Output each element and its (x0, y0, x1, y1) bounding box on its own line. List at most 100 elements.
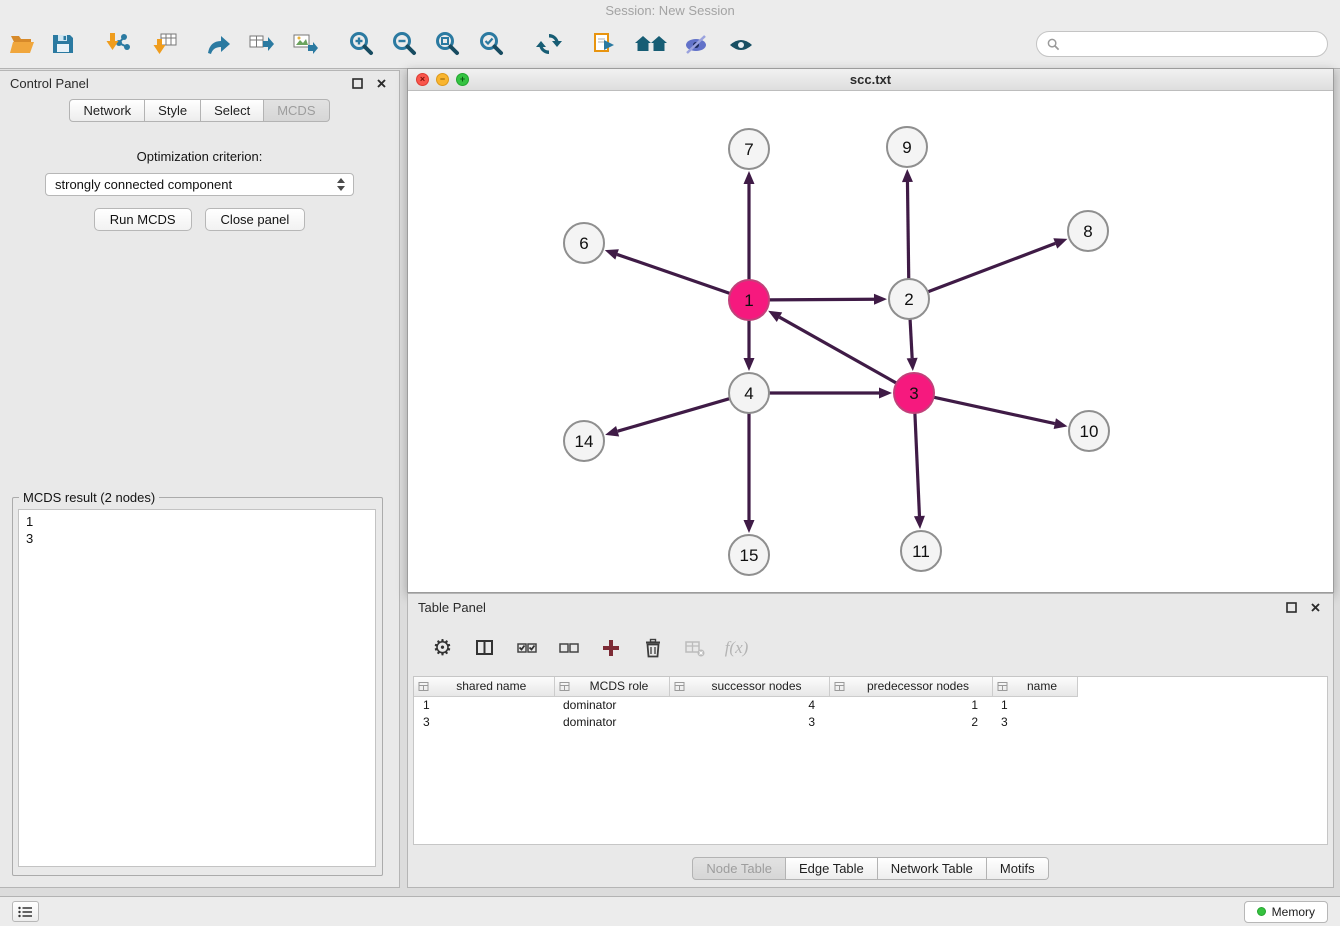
close-window-icon[interactable] (416, 73, 429, 86)
unselect-all-icon[interactable] (555, 635, 582, 662)
search-box[interactable] (1036, 31, 1328, 57)
export-image-icon[interactable] (288, 27, 322, 61)
tab-node-table[interactable]: Node Table (692, 857, 786, 880)
tab-edge-table[interactable]: Edge Table (786, 857, 878, 880)
graph-edge-2-9[interactable] (907, 182, 908, 279)
table-header-row: shared nameMCDS role successor nodes prede… (414, 677, 1077, 696)
graph-edge-1-6[interactable] (617, 254, 730, 293)
close-panel-icon[interactable] (374, 77, 389, 90)
table-row[interactable]: 3dominator323 (414, 713, 1077, 730)
optimization-criterion-select[interactable]: strongly connected component (45, 173, 354, 196)
tab-mcds[interactable]: MCDS (264, 99, 329, 122)
paint-style-eye-icon[interactable] (679, 27, 713, 61)
float-table-panel-icon[interactable] (1284, 601, 1299, 614)
control-panel-tabs: NetworkStyleSelectMCDS (0, 99, 399, 122)
import-network-icon[interactable] (101, 27, 135, 61)
column-header-predecessor-nodes[interactable]: predecessor nodes (829, 677, 992, 696)
column-header-icon (559, 681, 570, 692)
tab-select[interactable]: Select (201, 99, 264, 122)
graph-edge-3-10[interactable] (934, 397, 1055, 423)
settings-gear-icon[interactable]: ⚙ (429, 635, 456, 662)
window-title: Session: New Session (605, 3, 734, 18)
column-header-label: predecessor nodes (849, 679, 988, 693)
column-header-shared-name[interactable]: shared name (414, 677, 554, 696)
network-window-titlebar[interactable]: scc.txt (408, 69, 1333, 91)
close-table-panel-icon[interactable] (1308, 601, 1323, 614)
column-header-label: successor nodes (689, 679, 825, 693)
table-body: 1dominator4113dominator323 (414, 696, 1077, 730)
delete-row-icon[interactable] (639, 635, 666, 662)
graph-edge-3-1[interactable] (779, 317, 896, 383)
show-details-eye-icon[interactable] (724, 27, 758, 61)
zoom-in-icon[interactable] (345, 27, 379, 61)
save-session-icon[interactable] (46, 27, 80, 61)
search-input[interactable] (1066, 37, 1317, 52)
graph-edge-arrowhead (605, 426, 619, 437)
minimize-window-icon[interactable] (436, 73, 449, 86)
maximize-window-icon[interactable] (456, 73, 469, 86)
show-columns-icon[interactable] (471, 635, 498, 662)
add-row-icon[interactable] (597, 635, 624, 662)
zoom-selected-icon[interactable] (475, 27, 509, 61)
table-cell: 3 (992, 713, 1077, 730)
selected-option-label: strongly connected component (55, 177, 335, 192)
export-table-icon[interactable] (244, 27, 278, 61)
graph-edge-2-3[interactable] (910, 319, 912, 358)
table-row[interactable]: 1dominator411 (414, 696, 1077, 713)
column-header-MCDS-role[interactable]: MCDS role (554, 677, 669, 696)
tab-motifs[interactable]: Motifs (987, 857, 1049, 880)
open-session-icon[interactable] (5, 27, 39, 61)
control-panel-title: Control Panel (10, 76, 89, 91)
mcds-result-line: 3 (26, 530, 368, 547)
main-toolbar (0, 20, 1340, 69)
run-mcds-button[interactable]: Run MCDS (94, 208, 192, 231)
graph-edge-2-8[interactable] (928, 243, 1056, 291)
close-panel-button[interactable]: Close panel (205, 208, 306, 231)
tab-network[interactable]: Network (69, 99, 145, 122)
control-panel: Control Panel NetworkStyleSelectMCDS Opt… (0, 70, 400, 888)
status-bar: Memory (0, 896, 1340, 926)
zoom-out-icon[interactable] (388, 27, 422, 61)
mcds-result-groupbox: MCDS result (2 nodes) 13 (12, 497, 383, 876)
graph-node-label: 14 (575, 432, 594, 451)
graph-edge-arrowhead (1054, 418, 1068, 429)
graph-edge-arrowhead (1053, 238, 1067, 248)
column-header-successor-nodes[interactable]: successor nodes (669, 677, 829, 696)
window-titlebar: Session: New Session (0, 0, 1340, 20)
dropdown-stepper-icon (335, 178, 347, 191)
graph-edge-arrowhead (914, 516, 925, 529)
network-canvas[interactable]: 7968124314101511 (408, 91, 1333, 592)
graph-node-label: 4 (744, 384, 753, 403)
graph-edge-arrowhead (907, 358, 918, 371)
optimization-criterion-label: Optimization criterion: (0, 149, 399, 164)
memory-button[interactable]: Memory (1244, 901, 1328, 923)
column-header-name[interactable]: name (992, 677, 1077, 696)
graph-edge-3-11[interactable] (915, 413, 920, 516)
graph-node-label: 11 (912, 542, 930, 561)
tab-style[interactable]: Style (145, 99, 201, 122)
float-panel-icon[interactable] (350, 77, 365, 90)
control-panel-header: Control Panel (0, 71, 399, 95)
graph-node-label: 3 (909, 384, 918, 403)
graph-edge-1-2[interactable] (769, 299, 874, 300)
mcds-result-line: 1 (26, 513, 368, 530)
task-history-button[interactable] (12, 901, 39, 922)
graph-edge-arrowhead (902, 169, 913, 182)
graph-edge-4-14[interactable] (618, 399, 730, 432)
column-header-icon (674, 681, 685, 692)
select-all-icon[interactable] (513, 635, 540, 662)
clone-network-icon[interactable] (587, 27, 621, 61)
table-cell: dominator (554, 696, 669, 713)
refresh-view-icon[interactable] (532, 27, 566, 61)
table-panel-title: Table Panel (418, 600, 486, 615)
import-table-icon[interactable] (148, 27, 182, 61)
tab-network-table[interactable]: Network Table (878, 857, 987, 880)
table-cell: 3 (414, 713, 554, 730)
table-panel: Table Panel ⚙ (407, 593, 1334, 888)
export-network-icon[interactable] (201, 27, 235, 61)
graph-node-label: 9 (902, 138, 911, 157)
zoom-fit-icon[interactable] (431, 27, 465, 61)
home-views-icon[interactable] (631, 27, 671, 61)
column-header-icon (834, 681, 845, 692)
graph-edge-arrowhead (879, 388, 892, 399)
